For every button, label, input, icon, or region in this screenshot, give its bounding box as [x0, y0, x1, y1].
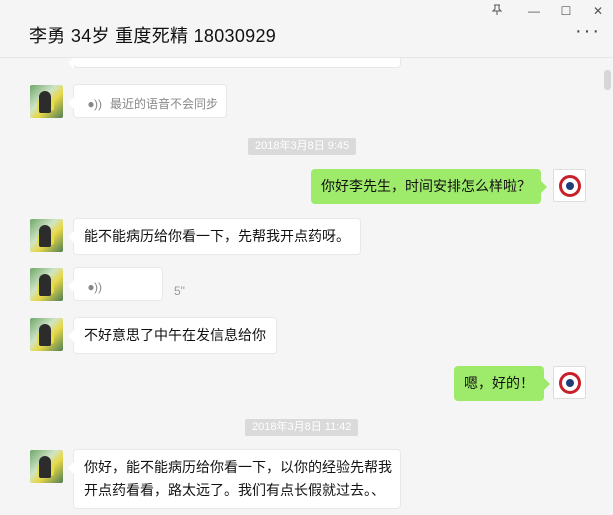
minimize-button[interactable]: — — [524, 4, 544, 18]
message-bubble-received[interactable]: 不好意思了中午在发信息给你 — [68, 317, 277, 354]
voice-icon: ⦁)) — [88, 97, 102, 111]
title-bar: 李勇 34岁 重度死精 18030929 — ☐ ✕ ··· — [0, 0, 613, 58]
my-avatar[interactable] — [553, 366, 586, 399]
more-options-button[interactable]: ··· — [575, 21, 601, 41]
voice-notice-text: 最近的语音不会同步 — [110, 97, 219, 111]
timestamp: 2018年3月8日 9:45 — [248, 138, 357, 155]
message-bubble-sent[interactable]: 嗯，好的！ — [454, 366, 550, 401]
chat-area[interactable]: ⦁)) 最近的语音不会同步 2018年3月8日 9:45 你好李先生，时间安排怎… — [0, 58, 613, 515]
voice-message-bubble[interactable]: ⦁)) — [68, 267, 163, 301]
contact-avatar[interactable] — [30, 268, 63, 301]
contact-avatar[interactable] — [30, 318, 63, 351]
my-avatar[interactable] — [553, 169, 586, 202]
maximize-button[interactable]: ☐ — [556, 4, 576, 18]
message-bubble-sent[interactable]: 你好李先生，时间安排怎么样啦？ — [311, 169, 547, 204]
pin-icon[interactable] — [487, 4, 507, 19]
contact-avatar[interactable] — [30, 85, 63, 118]
message-bubble-received[interactable]: 你好，能不能病历给你看一下，以你的经验先帮我 开点药看看，路太远了。我们有点长假… — [68, 449, 401, 509]
message-line: 开点药看看，路太远了。我们有点长假就过去。、 — [84, 482, 385, 498]
contact-avatar[interactable] — [30, 219, 63, 252]
voice-icon: ⦁)) — [88, 280, 102, 294]
chat-title: 李勇 34岁 重度死精 18030929 — [29, 26, 277, 46]
voice-notice-bubble[interactable]: ⦁)) 最近的语音不会同步 — [68, 84, 227, 118]
voice-duration: 5" — [174, 284, 185, 298]
message-line: 你好，能不能病历给你看一下，以你的经验先帮我 — [84, 459, 392, 475]
message-bubble-cutoff[interactable] — [68, 58, 401, 69]
scrollbar-thumb[interactable] — [604, 70, 611, 90]
close-button[interactable]: ✕ — [588, 4, 608, 18]
contact-avatar[interactable] — [30, 450, 63, 483]
timestamp: 2018年3月8日 11:42 — [245, 419, 359, 436]
message-bubble-received[interactable]: 能不能病历给你看一下，先帮我开点药呀。 — [68, 218, 361, 255]
